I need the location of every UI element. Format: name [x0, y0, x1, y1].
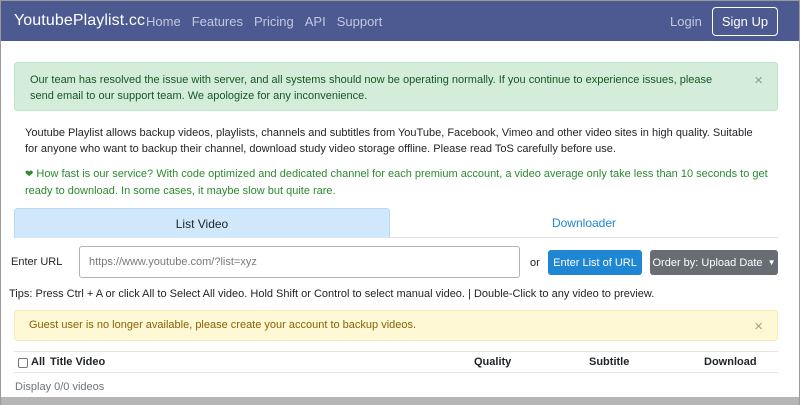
- horizontal-scrollbar[interactable]: [1, 397, 799, 405]
- nav-features[interactable]: Features: [192, 14, 243, 29]
- speed-note-text: How fast is our service? With code optim…: [25, 168, 768, 197]
- caret-down-icon: ▼: [767, 258, 776, 267]
- url-input[interactable]: [79, 246, 520, 278]
- nav-api[interactable]: API: [305, 14, 326, 29]
- nav-pricing[interactable]: Pricing: [254, 14, 294, 29]
- intro-text: Youtube Playlist allows backup videos, p…: [25, 127, 753, 155]
- tab-divider: [390, 237, 778, 238]
- display-count: Display 0/0 videos: [15, 381, 105, 393]
- order-by-label: Order by: Upload Date: [652, 256, 763, 269]
- heart-icon: ❤: [25, 169, 34, 180]
- tab-list-video[interactable]: List Video: [14, 208, 390, 238]
- url-label: Enter URL: [11, 256, 63, 268]
- guest-warning-alert: Guest user is no longer available, pleas…: [14, 310, 778, 341]
- navbar: YoutubePlaylist.cc Home Features Pricing…: [1, 1, 799, 41]
- close-icon[interactable]: ×: [754, 318, 763, 335]
- server-status-text: Our team has resolved the issue with ser…: [30, 74, 713, 102]
- enter-list-button[interactable]: Enter List of URL: [548, 250, 642, 275]
- download-column-header: Download: [704, 356, 757, 368]
- speed-note: ❤ How fast is our service? With code opti…: [25, 166, 775, 199]
- select-all-label[interactable]: All: [31, 356, 45, 368]
- quality-column-header: Quality: [474, 356, 512, 368]
- tips-text: Tips: Press Ctrl + A or click All to Sel…: [9, 288, 655, 300]
- login-link[interactable]: Login: [670, 14, 702, 29]
- signup-button[interactable]: Sign Up: [712, 7, 778, 36]
- or-label: or: [530, 257, 540, 269]
- tab-downloader[interactable]: Downloader: [390, 208, 778, 238]
- server-status-alert: Our team has resolved the issue with ser…: [14, 62, 778, 111]
- nav-links: Home Features Pricing API Support: [146, 14, 393, 29]
- select-all-checkbox[interactable]: [18, 358, 28, 368]
- title-column-header: Title Video: [50, 356, 106, 368]
- nav-home[interactable]: Home: [146, 14, 181, 29]
- order-by-dropdown[interactable]: Order by: Upload Date ▼: [650, 250, 778, 275]
- close-icon[interactable]: ×: [754, 73, 763, 89]
- nav-support[interactable]: Support: [337, 14, 383, 29]
- brand-logo[interactable]: YoutubePlaylist.cc: [14, 12, 145, 30]
- video-table-header: All Title Video Quality Subtitle Downloa…: [14, 351, 778, 373]
- guest-warning-text: Guest user is no longer available, pleas…: [29, 319, 417, 331]
- subtitle-column-header: Subtitle: [589, 356, 630, 368]
